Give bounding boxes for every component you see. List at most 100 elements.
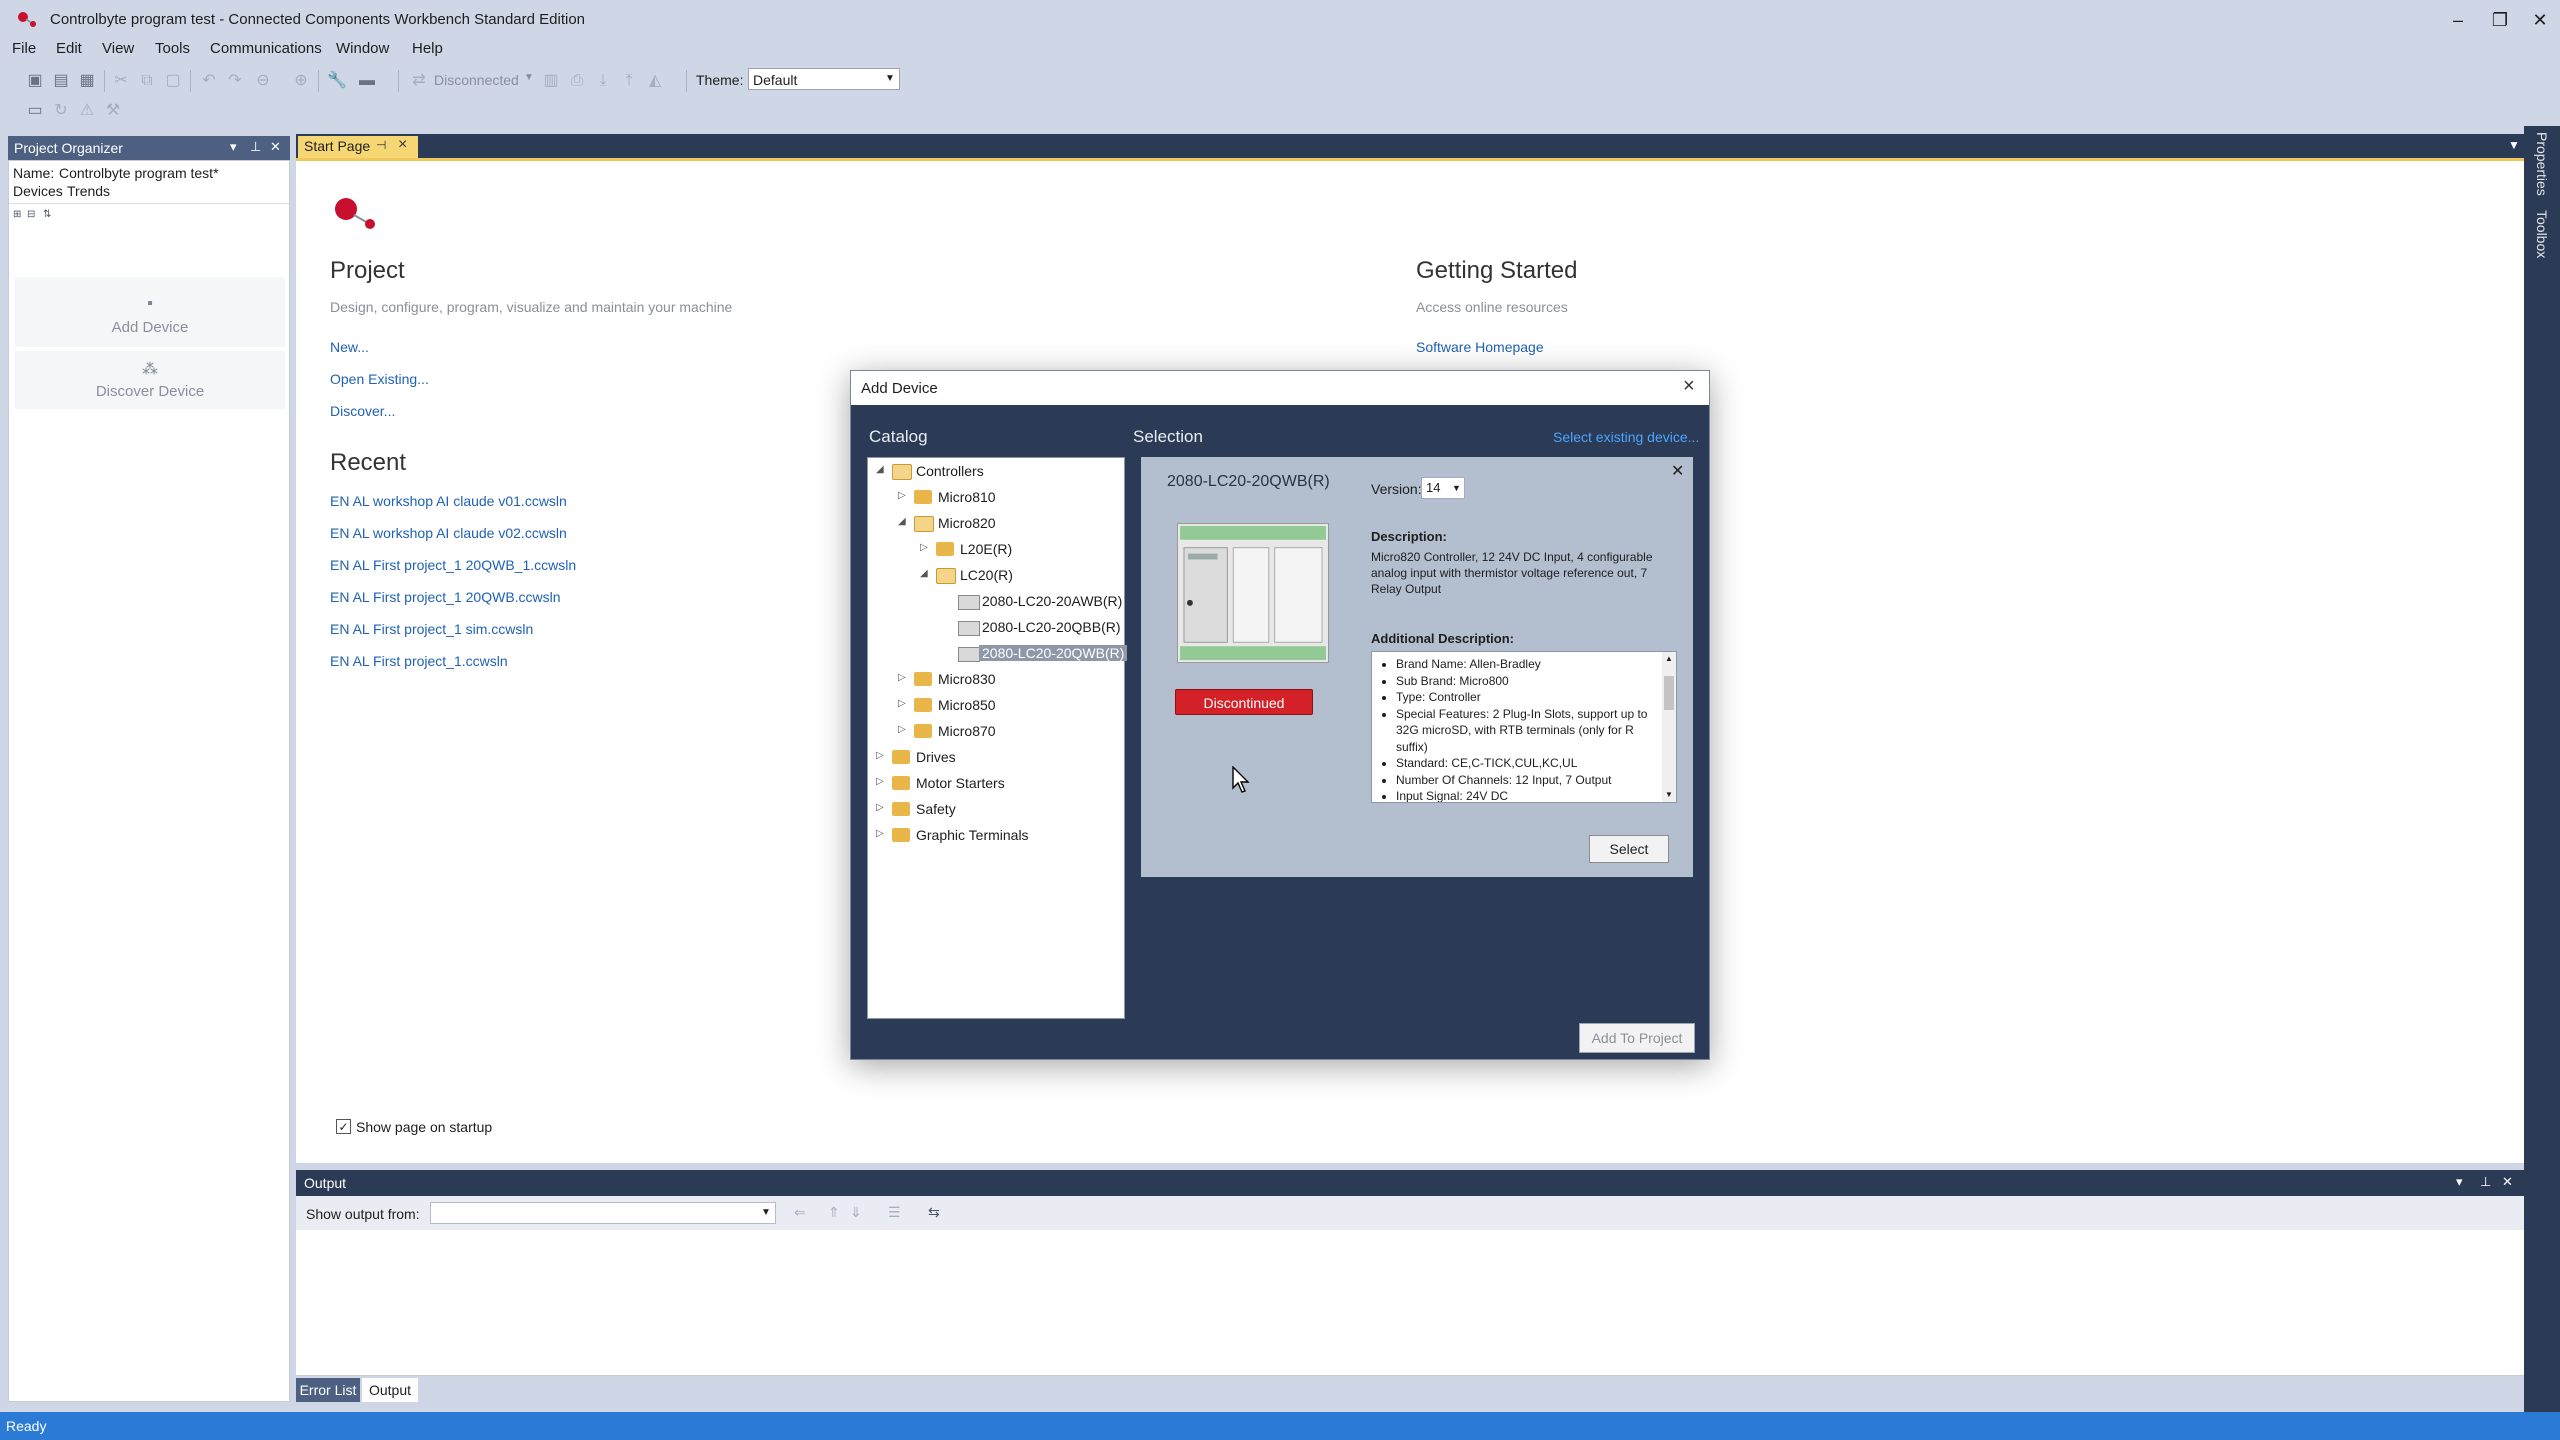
program-mode-icon[interactable]: ◭ — [644, 70, 666, 92]
recent-file-link[interactable]: EN AL First project_1 20QWB.ccwsln — [330, 589, 561, 605]
properties-tab[interactable]: Properties — [2534, 132, 2550, 196]
collapsed-icon[interactable]: ▷ — [898, 698, 910, 709]
pin-icon[interactable]: ⊥ — [250, 139, 261, 155]
select-button[interactable]: Select — [1589, 835, 1669, 863]
restore-button[interactable]: ❐ — [2480, 6, 2520, 34]
tab-output[interactable]: Output — [362, 1378, 418, 1402]
close-dialog-button[interactable]: × — [1683, 375, 1695, 398]
menu-tools[interactable]: Tools — [155, 40, 190, 57]
expanded-icon[interactable]: ◢ — [920, 568, 932, 579]
device-toolbar-icon[interactable]: ▬ — [356, 70, 378, 92]
collapsed-icon[interactable]: ▷ — [898, 724, 910, 735]
add-device-dialog: Add Device × Catalog Selection Select ex… — [850, 370, 1710, 1060]
additional-description-box[interactable]: Brand Name: Allen-Bradley Sub Brand: Mic… — [1371, 651, 1677, 803]
cut-icon[interactable]: ✂ — [110, 70, 132, 92]
menu-help[interactable]: Help — [412, 40, 443, 57]
discover-link[interactable]: Discover... — [330, 403, 395, 419]
project-name-value[interactable]: Controlbyte program test* — [59, 165, 219, 181]
close-selection-icon[interactable]: ✕ — [1671, 461, 1684, 481]
go-to-next-icon[interactable]: ⇓ — [850, 1204, 862, 1221]
clear-all-icon[interactable]: ☰ — [888, 1204, 901, 1221]
warning-icon[interactable]: ⚠ — [76, 100, 98, 122]
minimize-button[interactable]: – — [2438, 6, 2478, 34]
theme-select[interactable]: Default ▼ — [748, 68, 900, 90]
pin-icon[interactable]: ⊥ — [2480, 1174, 2491, 1190]
new-project-icon[interactable]: ▣ — [24, 70, 46, 92]
settings-wrench-icon[interactable]: 🔧 — [326, 70, 348, 92]
scroll-up-icon[interactable]: ▲ — [1665, 654, 1673, 663]
pin-icon[interactable]: ⊣ — [376, 138, 386, 152]
select-existing-device-link[interactable]: Select existing device... — [1553, 429, 1699, 445]
redo-icon[interactable]: ↷ — [224, 70, 246, 92]
scroll-down-icon[interactable]: ▼ — [1665, 790, 1673, 799]
connection-status[interactable]: Disconnected — [434, 72, 519, 88]
menu-file[interactable]: File — [12, 40, 36, 57]
expanded-icon[interactable]: ◢ — [898, 516, 910, 527]
catalog-tree[interactable]: ◢ Controllers ▷ Micro810 ◢ Micro820 ▷ L20E(R… — [867, 457, 1128, 1019]
output-text-area[interactable] — [296, 1230, 2524, 1376]
copy-icon[interactable]: ⧉ — [136, 70, 158, 92]
add-device-button[interactable]: ▪ Add Device — [15, 277, 285, 347]
collapse-all-icon[interactable]: ⊟ — [27, 209, 35, 220]
show-on-startup-checkbox[interactable]: ✓ — [336, 1119, 351, 1134]
close-icon[interactable]: × — [398, 136, 407, 154]
word-wrap-icon[interactable]: ⇆ — [928, 1204, 940, 1221]
connection-icon[interactable]: ⇄ — [408, 70, 430, 92]
software-homepage-link[interactable]: Software Homepage — [1416, 339, 1544, 355]
recent-file-link[interactable]: EN AL First project_1 20QWB_1.ccwsln — [330, 557, 576, 573]
discover-device-button[interactable]: ⁂ Discover Device — [15, 351, 285, 409]
collapsed-icon[interactable]: ▷ — [876, 750, 888, 761]
collapsed-icon[interactable]: ▷ — [898, 490, 910, 501]
navigate-forward-icon[interactable]: ⊕ — [290, 70, 312, 92]
undo-icon[interactable]: ↶ — [198, 70, 220, 92]
open-project-icon[interactable]: ▤ — [50, 70, 72, 92]
collapsed-icon[interactable]: ▷ — [920, 542, 932, 553]
go-to-previous-icon[interactable]: ⇑ — [828, 1204, 840, 1221]
upload-icon[interactable]: ⤒ — [618, 70, 640, 92]
collapsed-icon[interactable]: ▷ — [876, 776, 888, 787]
new-project-link[interactable]: New... — [330, 339, 369, 355]
menu-view[interactable]: View — [102, 40, 134, 57]
tab-start-page[interactable]: Start Page ⊣ × — [298, 136, 418, 158]
expanded-icon[interactable]: ◢ — [876, 464, 888, 475]
menu-edit[interactable]: Edit — [56, 40, 82, 57]
recent-file-link[interactable]: EN AL First project_1 sim.ccwsln — [330, 621, 533, 637]
toolbox-tab[interactable]: Toolbox — [2534, 210, 2550, 258]
collapsed-icon[interactable]: ▷ — [876, 802, 888, 813]
find-previous-icon[interactable]: ⇐ — [794, 1204, 806, 1221]
add-to-project-button[interactable]: Add To Project — [1579, 1023, 1695, 1053]
panel-dropdown-icon[interactable]: ▾ — [2456, 1174, 2463, 1190]
tab-overflow-icon[interactable]: ▼ — [2508, 138, 2520, 152]
panel-dropdown-icon[interactable]: ▾ — [230, 139, 237, 155]
close-icon[interactable]: ✕ — [2502, 1174, 2513, 1190]
close-icon[interactable]: ✕ — [270, 139, 281, 155]
recent-file-link[interactable]: EN AL workshop AI claude v01.ccwsln — [330, 493, 567, 509]
download-icon[interactable]: ⤓ — [592, 70, 614, 92]
recent-file-link[interactable]: EN AL First project_1.ccwsln — [330, 653, 508, 669]
connection-dropdown-icon[interactable]: ▼ — [524, 72, 534, 83]
expand-all-icon[interactable]: ⊞ — [13, 209, 21, 220]
tools-icon[interactable]: ⚒ — [102, 100, 124, 122]
menu-window[interactable]: Window — [336, 40, 389, 57]
close-window-button[interactable]: ✕ — [2520, 6, 2560, 34]
save-icon[interactable]: ▦ — [76, 70, 98, 92]
navigate-back-icon[interactable]: ⊖ — [252, 70, 274, 92]
tab-error-list[interactable]: Error List — [296, 1378, 360, 1402]
menu-communications[interactable]: Communications — [210, 40, 322, 57]
sort-icon[interactable]: ⇅ — [43, 209, 51, 220]
scrollbar[interactable]: ▲ ▼ — [1662, 652, 1676, 802]
tab-trends[interactable]: Trends — [67, 183, 110, 199]
paste-icon[interactable]: ▢ — [162, 70, 184, 92]
print-icon[interactable]: ⎙ — [566, 70, 588, 92]
tab-devices[interactable]: Devices — [13, 183, 63, 199]
collapsed-icon[interactable]: ▷ — [898, 672, 910, 683]
version-select[interactable]: 14 ▼ — [1421, 477, 1465, 499]
build-icon[interactable]: ▥ — [540, 70, 562, 92]
collapsed-icon[interactable]: ▷ — [876, 828, 888, 839]
output-source-select[interactable]: ▼ — [430, 1202, 776, 1224]
refresh-icon[interactable]: ↻ — [50, 100, 72, 122]
controller-icon[interactable]: ▭ — [24, 100, 46, 122]
recent-file-link[interactable]: EN AL workshop AI claude v02.ccwsln — [330, 525, 567, 541]
scrollbar-thumb[interactable] — [1664, 676, 1674, 710]
open-existing-link[interactable]: Open Existing... — [330, 371, 429, 387]
